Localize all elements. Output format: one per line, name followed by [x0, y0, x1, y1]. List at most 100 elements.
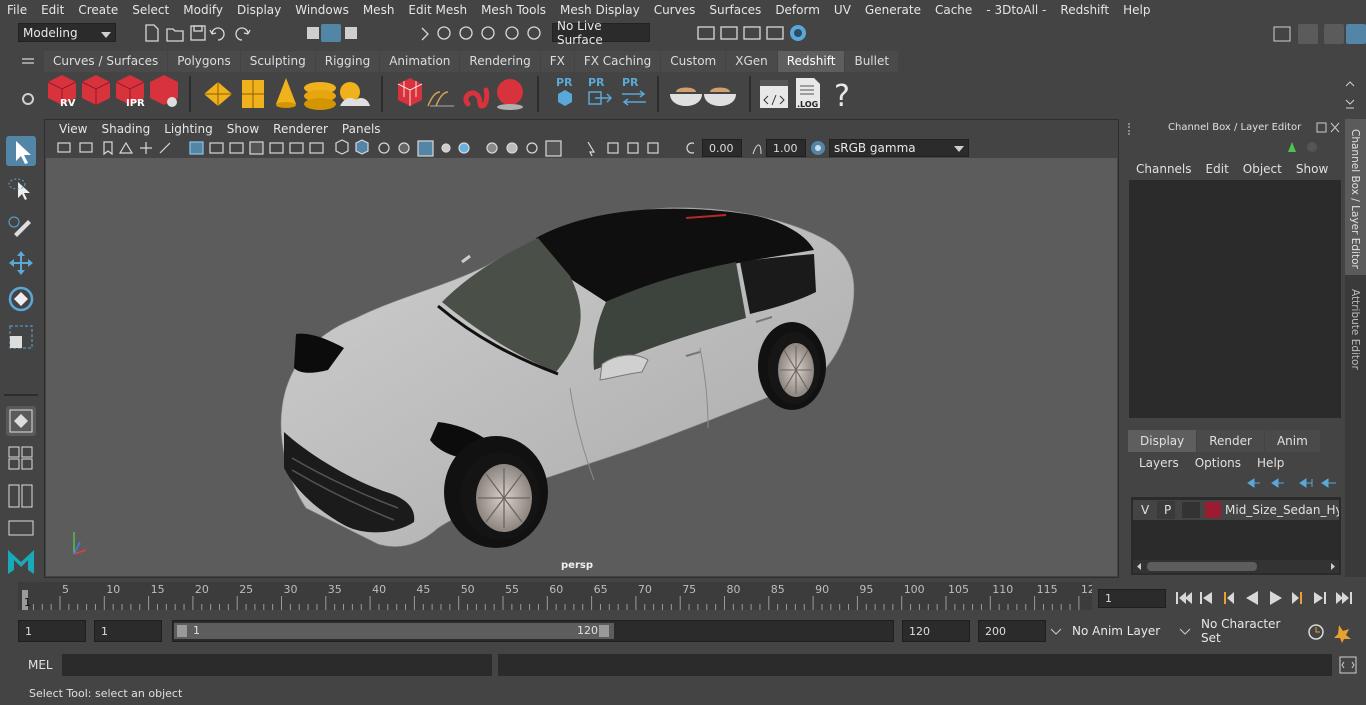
animation-preferences-icon[interactable] — [1334, 625, 1351, 643]
redshift-rect-light-icon[interactable] — [204, 82, 232, 106]
help-icon[interactable]: ? — [834, 79, 850, 114]
render-view-icon[interactable] — [697, 26, 715, 40]
film-gate-icon[interactable] — [209, 142, 224, 154]
menu-3dtoall[interactable]: - 3DtoAll - — [979, 3, 1053, 17]
snap-vertex-icon[interactable] — [527, 26, 541, 40]
layer-menu-layers[interactable]: Layers — [1139, 456, 1179, 470]
range-slider[interactable]: 1 120 — [172, 620, 894, 642]
wireframe-icon[interactable] — [335, 139, 349, 155]
viewport-menu-show[interactable]: Show — [220, 122, 266, 136]
snap-point-icon[interactable] — [459, 26, 473, 40]
mel-label[interactable]: MEL — [28, 658, 53, 672]
redshift-sun-sky-icon[interactable] — [340, 82, 370, 106]
channel-box-icon[interactable] — [1346, 24, 1366, 44]
menu-curves[interactable]: Curves — [647, 3, 703, 17]
isolate-select-icon[interactable] — [587, 141, 596, 157]
menu-windows[interactable]: Windows — [288, 3, 356, 17]
move-tool-icon[interactable] — [6, 248, 36, 278]
playback-end-field[interactable]: 120 — [902, 620, 970, 642]
playback-start-field[interactable]: 1 — [94, 620, 162, 642]
select-object-icon[interactable] — [321, 24, 341, 42]
range-end-handle[interactable] — [599, 625, 609, 637]
redshift-ies-light-icon[interactable] — [304, 82, 336, 110]
new-layer-selected-icon[interactable] — [1321, 478, 1336, 488]
menu-select[interactable]: Select — [125, 3, 176, 17]
redshift-batch-icon[interactable] — [81, 75, 111, 105]
outliner-layout-icon[interactable] — [6, 518, 36, 538]
snap-grid-icon[interactable] — [421, 27, 429, 41]
menu-mesh-display[interactable]: Mesh Display — [553, 3, 647, 17]
menu-modify[interactable]: Modify — [176, 3, 230, 17]
redshift-pr-object-icon[interactable]: PR — [556, 76, 573, 106]
new-scene-icon[interactable] — [145, 24, 159, 42]
shelf-tab-redshift[interactable]: Redshift — [777, 51, 845, 72]
channel-box-menu-show[interactable]: Show — [1296, 162, 1328, 176]
step-forward-frame-icon[interactable] — [1292, 592, 1302, 604]
step-forward-key-icon[interactable] — [1314, 592, 1326, 604]
live-surface-field[interactable]: No Live Surface — [552, 19, 650, 47]
anim-layer-dropdown[interactable]: No Anim Layer — [1068, 620, 1172, 642]
anti-alias-icon[interactable] — [526, 142, 538, 154]
snap-curve-icon[interactable] — [437, 26, 451, 40]
move-layer-down-icon[interactable] — [1271, 478, 1284, 488]
step-back-key-icon[interactable] — [1200, 592, 1212, 604]
play-forward-icon[interactable] — [1270, 591, 1282, 605]
new-layer-icon[interactable] — [1299, 478, 1313, 488]
redshift-proxy-icon[interactable] — [397, 78, 423, 106]
shelf-menu-icon[interactable] — [18, 54, 40, 70]
character-set-dropdown[interactable]: No Character Set — [1197, 617, 1297, 645]
panel-grip[interactable] — [1128, 123, 1134, 135]
grid-toggle-icon[interactable] — [189, 141, 204, 155]
shadows-icon[interactable] — [458, 142, 470, 154]
shelf-tab-fx[interactable]: FX — [540, 51, 574, 72]
layer-name[interactable]: Mid_Size_Sedan_Hydro — [1225, 503, 1339, 517]
layer-playback-toggle[interactable]: P — [1164, 503, 1171, 517]
layer-color-swatch[interactable] — [1205, 502, 1221, 518]
redshift-dome-light-icon[interactable] — [242, 80, 264, 108]
xray-joints-icon[interactable] — [627, 142, 639, 154]
layout-icon[interactable] — [1298, 24, 1318, 44]
open-scene-icon[interactable] — [166, 28, 184, 42]
layer-tab-render[interactable]: Render — [1197, 430, 1264, 452]
shelf-tab-curves-surfaces[interactable]: Curves / Surfaces — [44, 51, 168, 72]
grid-view-icon[interactable] — [140, 142, 152, 154]
shelf-tab-rigging[interactable]: Rigging — [315, 51, 380, 72]
menu-deform[interactable]: Deform — [768, 3, 827, 17]
safe-title-icon[interactable] — [309, 142, 324, 154]
step-back-frame-icon[interactable] — [1224, 592, 1234, 604]
float-panel-icon[interactable] — [1316, 122, 1327, 133]
camera-attributes-icon[interactable] — [79, 142, 93, 153]
redshift-ipr-icon[interactable]: IPR — [115, 75, 145, 109]
xray-components-icon[interactable] — [647, 142, 659, 154]
channel-box-menu-channels[interactable]: Channels — [1136, 162, 1192, 176]
redshift-sphere-icon[interactable] — [497, 79, 523, 110]
move-layer-up-icon[interactable] — [1247, 478, 1260, 488]
gamma-field[interactable]: 1.00 — [766, 139, 806, 157]
shelf-scroll-arrows[interactable] — [1344, 80, 1356, 110]
single-pane-layout-icon[interactable] — [6, 406, 36, 436]
redshift-pr-export-icon[interactable]: PR — [588, 76, 613, 105]
safe-action-icon[interactable] — [289, 142, 304, 154]
menu-mesh-tools[interactable]: Mesh Tools — [474, 3, 553, 17]
menu-surfaces[interactable]: Surfaces — [702, 3, 768, 17]
default-material-icon[interactable] — [378, 142, 390, 154]
menu-uv[interactable]: UV — [827, 3, 858, 17]
undo-icon[interactable] — [209, 27, 225, 41]
layer-menu-options[interactable]: Options — [1195, 456, 1241, 470]
select-hierarchy-icon[interactable] — [307, 27, 319, 39]
mode-selector[interactable]: Modeling — [18, 23, 116, 42]
redshift-render-view-icon[interactable]: RV — [47, 75, 77, 109]
motion-blur-icon[interactable] — [506, 142, 518, 154]
mel-input[interactable] — [62, 654, 492, 676]
maya-logo-icon[interactable] — [6, 544, 36, 576]
layer-tab-display[interactable]: Display — [1128, 430, 1197, 452]
select-tool-icon[interactable] — [6, 136, 36, 166]
redshift-pr-swap-icon[interactable]: PR — [622, 76, 646, 106]
redshift-hair-icon[interactable] — [463, 87, 490, 109]
textured-icon[interactable] — [417, 140, 434, 157]
bookmark-icon[interactable] — [103, 141, 113, 156]
layer-row[interactable]: V P Mid_Size_Sedan_Hydro — [1133, 500, 1339, 520]
menu-cache[interactable]: Cache — [928, 3, 979, 17]
redshift-material-assign-icon[interactable] — [704, 87, 736, 107]
snap-surface-icon[interactable] — [505, 26, 519, 40]
